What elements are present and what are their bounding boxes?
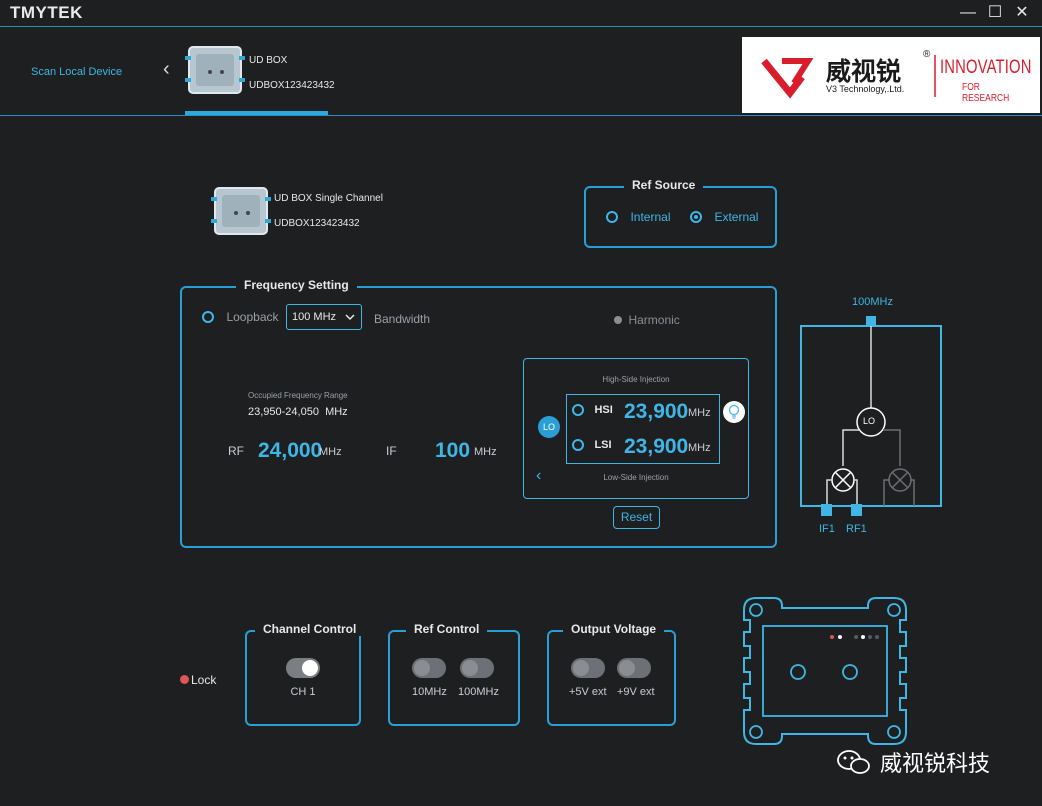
ref-10mhz-toggle[interactable] xyxy=(412,658,446,678)
udbox-device-icon xyxy=(743,597,907,745)
channel-control-panel: Channel Control CH 1 xyxy=(245,622,365,726)
lsi-value[interactable]: 23,900 xyxy=(624,435,688,459)
active-tab-indicator xyxy=(185,111,328,115)
logo-registered-mark: ® xyxy=(923,49,931,60)
ref-100mhz-label: 100MHz xyxy=(852,296,893,308)
close-button[interactable]: ✕ xyxy=(1010,2,1034,24)
lsi-unit: MHz xyxy=(688,442,711,454)
logo-slogan-innovation: INNOVATION xyxy=(940,57,1032,78)
if-unit: MHz xyxy=(474,446,497,458)
app-brand: TMYTEK xyxy=(10,3,83,22)
mixer-diagram: 100MHz LO IF1 RF1 xyxy=(799,296,943,536)
injection-box: High-Side Injection HSI 23,900 MHz LSI 2… xyxy=(523,358,749,499)
bandwidth-select-value: 100 MHz xyxy=(292,311,337,323)
device-chip-icon xyxy=(185,46,245,94)
radio-icon xyxy=(572,439,584,451)
logo-chinese-name: 威视锐 xyxy=(826,57,902,86)
device-chip-icon xyxy=(211,187,271,235)
harmonic-dot-icon xyxy=(614,316,622,324)
lock-label: Lock xyxy=(191,673,217,687)
watermark: 威视锐科技 xyxy=(836,746,1006,777)
ref-control-panel: Ref Control 10MHz 100MHz xyxy=(388,622,520,726)
lo-node-label: LO xyxy=(863,416,876,426)
ref-control-title: Ref Control xyxy=(406,622,488,636)
device-tab-name: UD BOX xyxy=(249,55,288,66)
ref-source-title: Ref Source xyxy=(624,178,704,192)
if-value[interactable]: 100 xyxy=(435,439,470,463)
if-label: IF xyxy=(386,444,397,458)
5v-ext-toggle[interactable] xyxy=(571,658,605,678)
ref-external-radio[interactable]: External xyxy=(690,210,758,228)
radio-icon xyxy=(606,211,618,223)
output-voltage-title: Output Voltage xyxy=(563,622,665,636)
device-illustration xyxy=(736,590,914,752)
lock-indicator: Lock xyxy=(180,673,216,687)
rf-unit: MHz xyxy=(319,446,342,458)
harmonic-label: Harmonic xyxy=(628,313,680,327)
loopback-radio[interactable]: Loopback xyxy=(202,310,279,328)
device-name: UD BOX Single Channel xyxy=(274,193,383,204)
reset-button[interactable]: Reset xyxy=(613,506,660,529)
hsi-label: HSI xyxy=(594,404,613,416)
maximize-button[interactable]: ☐ xyxy=(983,2,1007,24)
bandwidth-label: Bandwidth xyxy=(374,312,431,326)
rf1-port-label: RF1 xyxy=(846,523,867,535)
ref-source-panel: Ref Source Internal External xyxy=(584,178,777,248)
lightbulb-icon[interactable] xyxy=(723,401,745,423)
low-side-label: Low-Side Injection xyxy=(603,473,669,482)
5v-ext-label: +5V ext xyxy=(569,686,607,698)
device-tab-udbox[interactable]: UD BOX UDBOX123423432 xyxy=(185,42,335,114)
harmonic-option[interactable]: Harmonic xyxy=(614,311,680,329)
scan-local-device-link[interactable]: Scan Local Device xyxy=(31,66,122,78)
9v-ext-label: +9V ext xyxy=(617,686,655,698)
radio-selected-icon xyxy=(690,211,702,223)
ref-internal-label: Internal xyxy=(630,210,671,224)
radio-icon xyxy=(572,404,584,416)
occupied-range-label: Occupied Frequency Range xyxy=(248,391,348,400)
logo-english-name: V3 Technology,.Ltd. xyxy=(826,84,905,94)
rf-label: RF xyxy=(228,444,244,458)
watermark-text: 威视锐科技 xyxy=(880,752,991,777)
ch1-label: CH 1 xyxy=(290,686,316,698)
logo-slogan-research: FOR RESEARCH xyxy=(962,82,1010,104)
frequency-setting-title: Frequency Setting xyxy=(236,278,357,292)
injection-inner-box: HSI 23,900 MHz LSI 23,900 MHz xyxy=(566,394,720,464)
hsi-value[interactable]: 23,900 xyxy=(624,400,688,424)
high-side-label: High-Side Injection xyxy=(602,375,670,384)
lsi-radio[interactable]: LSI xyxy=(572,438,612,456)
title-bar xyxy=(0,0,1042,27)
radio-icon xyxy=(202,311,214,323)
9v-ext-toggle[interactable] xyxy=(617,658,651,678)
output-voltage-panel: Output Voltage +5V ext +9V ext xyxy=(547,622,676,726)
if1-port-label: IF1 xyxy=(819,523,835,535)
ch1-toggle[interactable] xyxy=(286,658,320,678)
lock-status-dot-icon xyxy=(180,675,189,684)
minimize-button[interactable]: — xyxy=(956,2,980,24)
ref-external-label: External xyxy=(714,210,759,224)
ref-internal-radio[interactable]: Internal xyxy=(606,210,670,228)
hsi-radio[interactable]: HSI xyxy=(572,403,613,421)
back-chevron-icon[interactable]: ‹ xyxy=(163,58,170,81)
device-serial: UDBOX123423432 xyxy=(274,218,360,229)
frequency-setting-panel: Frequency Setting Loopback 100 MHz Bandw… xyxy=(180,278,777,548)
wechat-icon xyxy=(837,750,870,774)
loopback-label: Loopback xyxy=(226,310,279,324)
lsi-label: LSI xyxy=(594,439,612,451)
device-tab-serial: UDBOX123423432 xyxy=(249,80,335,91)
hsi-unit: MHz xyxy=(688,407,711,419)
rf-value[interactable]: 24,000 xyxy=(258,439,322,463)
channel-control-title: Channel Control xyxy=(255,622,365,636)
company-logo: 威视锐 ® V3 Technology,.Ltd. INNOVATION FOR… xyxy=(742,37,1040,113)
chevron-down-icon xyxy=(345,314,355,321)
bandwidth-select[interactable]: 100 MHz xyxy=(286,304,362,330)
ref-10mhz-label: 10MHz xyxy=(412,686,447,698)
ref-100mhz-label: 100MHz xyxy=(458,686,499,698)
occupied-range-value: 23,950-24,050 MHz xyxy=(248,406,348,418)
ref-100mhz-toggle[interactable] xyxy=(460,658,494,678)
